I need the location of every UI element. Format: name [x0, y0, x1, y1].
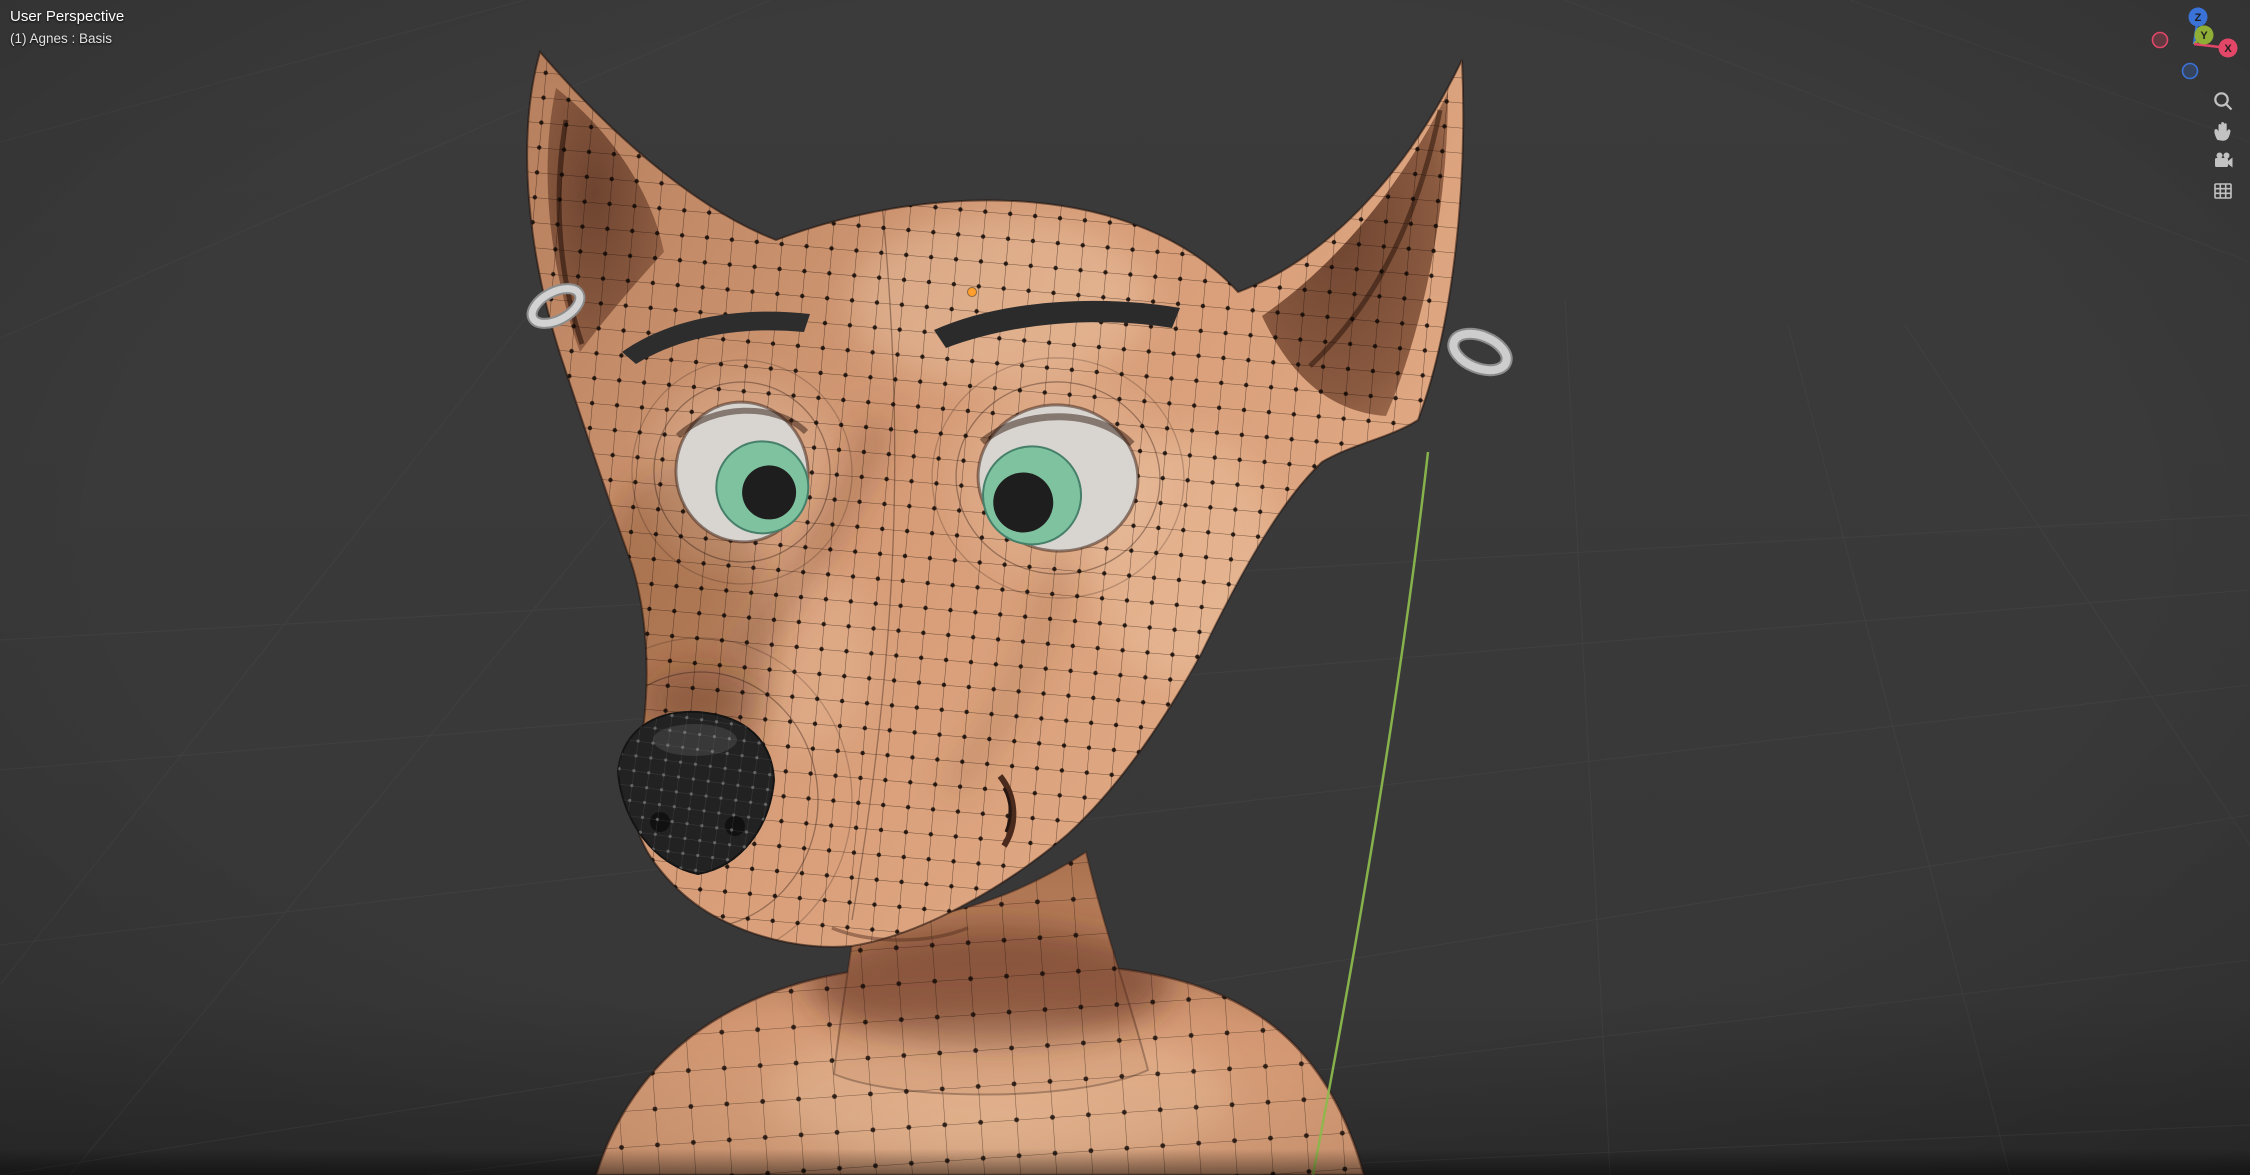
gizmo-axis-negx[interactable] [2151, 31, 2169, 49]
active-object-label: (1) Agnes : Basis [10, 31, 113, 47]
camera-icon [2215, 152, 2233, 168]
gizmo-axis-y[interactable]: Y [2194, 25, 2214, 45]
svg-text:X: X [2224, 43, 2232, 55]
gizmo-axis-z[interactable]: Z [2188, 7, 2208, 27]
move-view-button[interactable] [2206, 118, 2240, 144]
svg-text:Y: Y [2200, 30, 2208, 42]
camera-view-button[interactable] [2206, 148, 2240, 174]
gizmo-axis-x[interactable]: X [2218, 38, 2238, 58]
gizmo-axis-negz[interactable] [2181, 62, 2199, 80]
hand-icon [2214, 122, 2231, 141]
toggle-perspective-button[interactable] [2206, 178, 2240, 204]
navigation-gizmo[interactable]: Z Y X [2150, 2, 2242, 86]
vignette-overlay [0, 0, 2250, 1175]
svg-text:Z: Z [2195, 12, 2202, 24]
viewport-3d-scene[interactable] [0, 0, 2250, 1175]
zoom-button[interactable] [2206, 88, 2240, 114]
viewport-nav-controls [2206, 88, 2240, 204]
magnifier-icon [2214, 92, 2233, 111]
blender-3d-viewport[interactable]: User Perspective (1) Agnes : Basis Z Y X [0, 0, 2250, 1175]
perspective-label: User Perspective [10, 8, 125, 25]
viewport-overlay-text: User Perspective (1) Agnes : Basis [10, 7, 124, 48]
grid-icon [2214, 183, 2232, 199]
